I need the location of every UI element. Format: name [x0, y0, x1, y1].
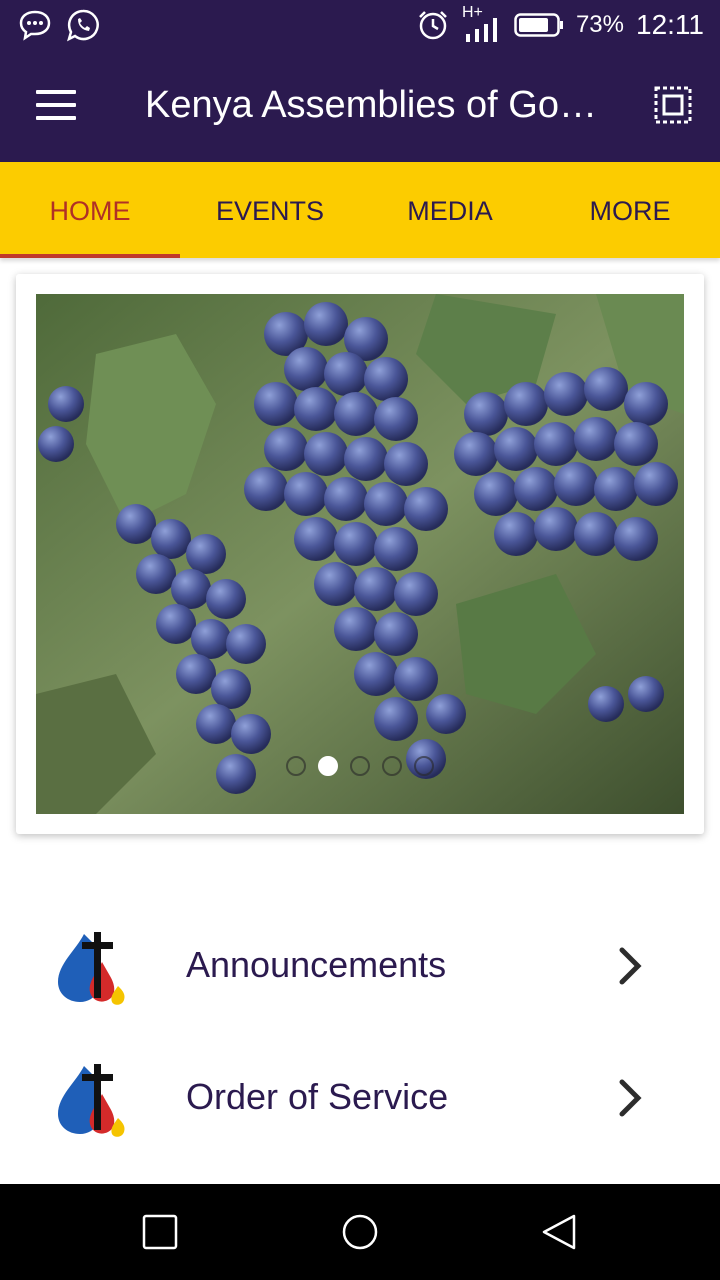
- recent-apps-icon[interactable]: [140, 1212, 180, 1252]
- carousel-slide[interactable]: [36, 294, 684, 814]
- page-title: Kenya Assemblies of Go…: [145, 84, 597, 126]
- messages-icon: [19, 10, 51, 41]
- carousel-dot[interactable]: [286, 756, 306, 776]
- church-logo-icon: [58, 932, 125, 1005]
- status-bar: H+ 73% 12:11: [0, 0, 720, 52]
- tab-events[interactable]: EVENTS: [180, 162, 360, 258]
- church-logo-icon: [58, 1064, 125, 1137]
- app-bar: Kenya Assemblies of Go…: [0, 52, 720, 162]
- menu-button[interactable]: [36, 90, 76, 124]
- tab-bar: HOME EVENTS MEDIA MORE: [0, 162, 720, 258]
- carousel-dot[interactable]: [382, 756, 402, 776]
- qr-scan-icon[interactable]: [654, 86, 692, 124]
- clock: 12:11: [636, 9, 704, 40]
- battery-icon: [514, 13, 563, 37]
- menu-list: Announcements Order of Service: [0, 900, 720, 1164]
- tab-home[interactable]: HOME: [0, 162, 180, 258]
- list-item-label: Announcements: [186, 944, 447, 985]
- list-item-label: Order of Service: [186, 1076, 449, 1117]
- carousel-dot[interactable]: [414, 756, 434, 776]
- list-item-order-of-service[interactable]: Order of Service: [0, 1032, 720, 1164]
- list-item-announcements[interactable]: Announcements: [0, 900, 720, 1032]
- back-icon[interactable]: [540, 1212, 580, 1252]
- chevron-right-icon: [619, 1079, 642, 1117]
- whatsapp-icon: [67, 9, 99, 42]
- alarm-icon: [419, 11, 447, 40]
- carousel-dot-active[interactable]: [318, 756, 338, 776]
- battery-percent: 73%: [575, 11, 624, 38]
- home-icon[interactable]: [340, 1212, 380, 1252]
- signal-icon: H+: [462, 4, 502, 42]
- carousel-dot[interactable]: [350, 756, 370, 776]
- system-nav-bar: [0, 1184, 720, 1280]
- carousel-indicators: [36, 756, 684, 776]
- tab-more[interactable]: MORE: [540, 162, 720, 258]
- grapes-image: [36, 294, 684, 814]
- tab-media[interactable]: MEDIA: [360, 162, 540, 258]
- chevron-right-icon: [619, 947, 642, 985]
- carousel-card: [16, 274, 704, 834]
